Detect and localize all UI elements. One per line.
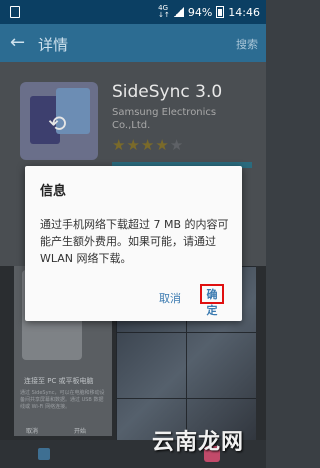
battery-icon — [216, 6, 225, 18]
app-icon: ⟲ — [20, 82, 98, 160]
star-icon: ★ — [155, 136, 170, 154]
info-dialog: 信息 通过手机网络下载超过 7 MB 的内容可能产生额外费用。如果可能，请通过 … — [25, 166, 242, 321]
dialog-title: 信息 — [40, 184, 67, 199]
screenshot-caption-body: 通过 SideSync，可以在电脑和移动设备间共享屏幕和数据。通过 USB 数据… — [20, 390, 105, 410]
battery-percent: 94% — [187, 5, 213, 19]
ok-button[interactable]: 确定 — [200, 284, 224, 317]
dialog-message: 通过手机网络下载超过 7 MB 的内容可能产生额外费用。如果可能，请通过 WLA… — [40, 218, 229, 265]
screenshot-right-label: 开始 — [74, 428, 87, 435]
cancel-button[interactable]: 取消 — [159, 290, 181, 306]
star-icon: ★ — [140, 136, 156, 154]
app-name: SideSync 3.0 — [112, 82, 223, 102]
bottom-app-icon[interactable] — [38, 448, 50, 460]
star-icon: ★ — [112, 136, 127, 154]
sim-icon — [10, 6, 20, 18]
app-bar: ← 详情 搜索 — [0, 24, 266, 62]
developer-name: Samsung Electronics Co.,Ltd. — [112, 107, 217, 131]
clock: 14:46 — [228, 5, 260, 19]
watermark: 云南龙网 — [152, 430, 245, 455]
signal-icon — [173, 7, 184, 17]
arrow-left-icon[interactable]: ← — [10, 32, 25, 53]
network-type: 4G ↓↑ — [158, 4, 170, 19]
sync-arrows-icon: ⟲ — [48, 112, 67, 137]
screenshot-left-label: 取消 — [26, 428, 39, 435]
status-bar: 4G ↓↑ 94% 14:46 — [0, 0, 266, 24]
rating-stars: ★★★★★ — [112, 136, 184, 154]
star-empty-icon: ★ — [169, 136, 185, 154]
page-title: 详情 — [38, 36, 69, 54]
star-icon: ★ — [126, 136, 141, 154]
search-button[interactable]: 搜索 — [236, 36, 258, 52]
screenshot-caption-title: 连接至 PC 或平板电脑 — [24, 377, 94, 385]
